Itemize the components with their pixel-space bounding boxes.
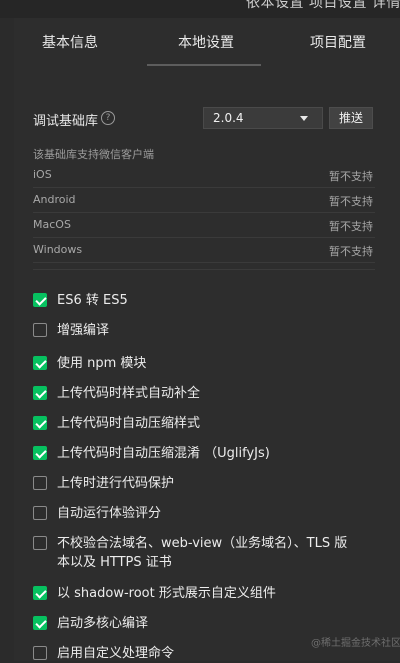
client-row: Windows 暂不支持 — [33, 238, 375, 263]
tab-bar: 基本信息 本地设置 项目配置 — [14, 18, 400, 66]
checkbox-checked[interactable] — [33, 586, 47, 600]
tab-project-config[interactable]: 项目配置 — [310, 32, 366, 52]
checkbox-checked[interactable] — [33, 446, 47, 460]
option-label: 自动运行体验评分 — [57, 506, 162, 521]
client-status: 暂不支持 — [329, 245, 373, 258]
checkbox-checked[interactable] — [33, 386, 47, 400]
active-tab-indicator — [147, 64, 261, 66]
checkbox-unchecked[interactable] — [33, 476, 47, 490]
question-circle-icon[interactable]: ? — [101, 111, 115, 125]
option-label: 上传时进行代码保护 — [57, 476, 175, 491]
chevron-down-icon — [300, 116, 308, 121]
debug-library-label: 调试基础库 — [33, 114, 99, 129]
tab-basic-info[interactable]: 基本信息 — [42, 32, 98, 52]
client-status: 暂不支持 — [329, 195, 373, 208]
library-version-select[interactable]: 2.0.4 — [203, 107, 323, 129]
push-button[interactable]: 推送 — [329, 107, 373, 129]
checkbox-unchecked[interactable] — [33, 646, 47, 660]
checkbox-checked[interactable] — [33, 293, 47, 307]
checkbox-unchecked[interactable] — [33, 536, 47, 550]
option-label: 不校验合法域名、web-view（业务域名）、TLS 版本以及 HTTPS 证书 — [57, 536, 348, 570]
option-label: 上传代码时样式自动补全 — [57, 386, 201, 401]
client-row: MacOS 暂不支持 — [33, 213, 375, 238]
option-label: 以 shadow-root 形式展示自定义组件 — [57, 586, 276, 601]
client-name: Windows — [33, 243, 83, 256]
checkbox-unchecked[interactable] — [33, 323, 47, 337]
top-strip-text: 依本设置 项目设置 详情 — [246, 0, 400, 11]
client-row: Android 暂不支持 — [33, 188, 375, 213]
option-label: 上传代码时自动压缩混淆 （UglifyJs) — [57, 446, 270, 461]
checkbox-checked[interactable] — [33, 356, 47, 370]
client-name: iOS — [33, 168, 52, 181]
watermark: @稀土掘金技术社区 — [311, 638, 400, 649]
option-label: 增强编译 — [57, 323, 110, 338]
checkbox-unchecked[interactable] — [33, 506, 47, 520]
option-label: 上传代码时自动压缩样式 — [57, 416, 201, 431]
checkbox-checked[interactable] — [33, 416, 47, 430]
top-strip: 依本设置 项目设置 详情 — [0, 0, 400, 18]
option-label: 启动多核心编译 — [57, 616, 149, 631]
option-label: ES6 转 ES5 — [57, 293, 128, 308]
support-title: 该基础库支持微信客户端 — [33, 148, 154, 161]
client-name: MacOS — [33, 218, 71, 231]
client-status: 暂不支持 — [329, 170, 373, 183]
client-row: iOS 暂不支持 — [33, 163, 375, 188]
option-label: 使用 npm 模块 — [57, 356, 147, 371]
section-divider — [33, 269, 375, 270]
client-status: 暂不支持 — [329, 220, 373, 233]
library-version-value: 2.0.4 — [213, 111, 244, 125]
client-name: Android — [33, 193, 76, 206]
checkbox-checked[interactable] — [33, 616, 47, 630]
tab-local-settings[interactable]: 本地设置 — [178, 32, 234, 52]
